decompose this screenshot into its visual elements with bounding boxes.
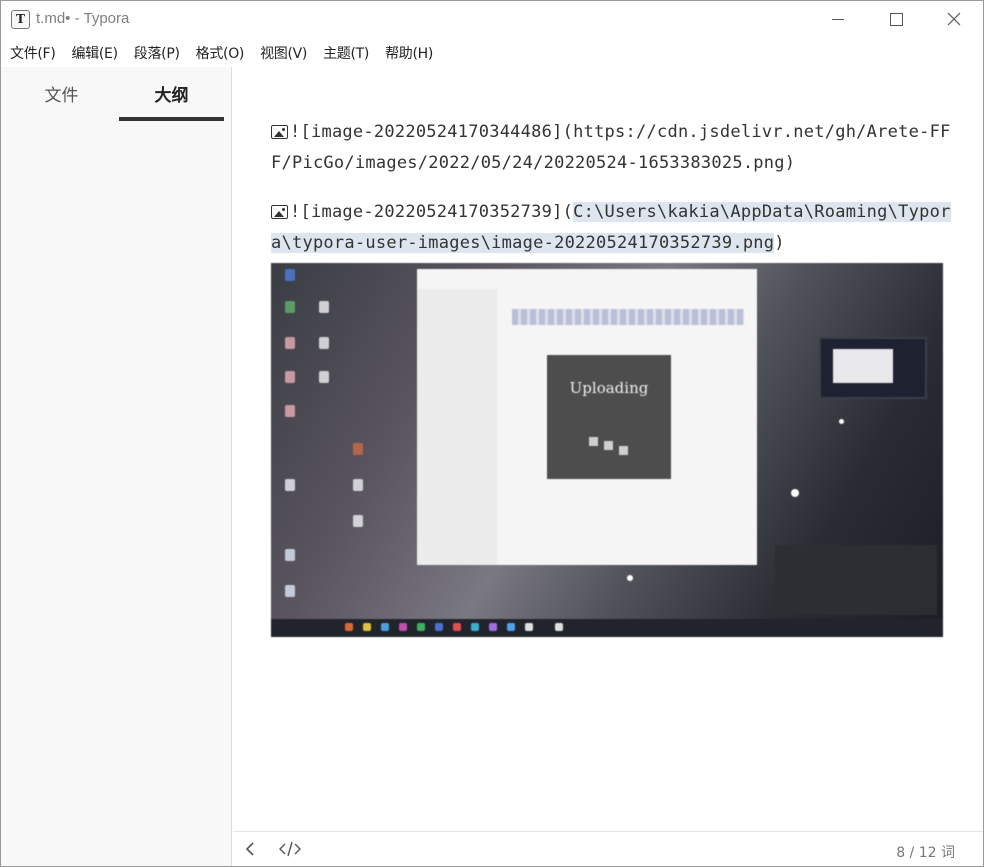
minimize-button[interactable]	[809, 1, 867, 37]
loading-dot	[604, 441, 613, 450]
menu-paragraph[interactable]: 段落(P)	[126, 39, 188, 65]
chevron-left-icon[interactable]	[245, 841, 255, 861]
tab-files[interactable]: 文件	[9, 81, 114, 117]
menu-edit[interactable]: 编辑(E)	[63, 39, 125, 65]
sidebar: 文件 大纲	[1, 67, 232, 866]
embedded-text	[512, 309, 744, 325]
menu-view[interactable]: 视图(V)	[252, 39, 315, 65]
window-title: t.md• - Typora	[36, 10, 130, 27]
typora-window: T t.md• - Typora 文件(F) 编辑(E) 段落(P) 格式(O)…	[0, 0, 984, 867]
embedded-notification	[775, 545, 937, 615]
typora-app-icon: T	[11, 10, 30, 29]
tab-outline[interactable]: 大纲	[119, 81, 224, 121]
uploading-text: Uploading	[569, 379, 649, 397]
image-icon	[271, 125, 288, 139]
embedded-popup	[819, 337, 927, 399]
title-bar: T t.md• - Typora	[1, 1, 983, 37]
menu-bar: 文件(F) 编辑(E) 段落(P) 格式(O) 视图(V) 主题(T) 帮助(H…	[1, 39, 983, 65]
image-icon	[271, 205, 288, 219]
markdown-image-line-1[interactable]: ![image-20220524170344486](https://cdn.j…	[271, 117, 951, 179]
word-count[interactable]: 8 / 12 词	[896, 842, 955, 862]
star-glint	[839, 419, 844, 424]
image-syntax-suffix: )	[784, 153, 796, 173]
maximize-button[interactable]	[867, 1, 925, 37]
star-glint	[627, 575, 633, 581]
code-icon[interactable]	[279, 841, 301, 861]
menu-format[interactable]: 格式(O)	[188, 39, 252, 65]
maximize-icon	[889, 12, 903, 26]
close-button[interactable]	[925, 1, 983, 37]
loading-dot	[589, 437, 598, 446]
menu-help[interactable]: 帮助(H)	[377, 39, 441, 65]
image-preview[interactable]: Uploading	[271, 263, 943, 637]
uploading-overlay: Uploading	[547, 355, 671, 479]
image-syntax-suffix: )	[774, 233, 785, 253]
star-glint	[791, 489, 799, 497]
image-syntax-prefix: ![image-20220524170352739](	[290, 202, 574, 222]
loading-dot	[619, 446, 628, 455]
image-syntax-prefix: ![image-20220524170344486](	[290, 122, 574, 142]
status-bar: 8 / 12 词	[233, 831, 983, 866]
markdown-image-line-2[interactable]: ![image-20220524170352739](C:\Users\kaki…	[271, 197, 951, 259]
embedded-popup-content	[833, 349, 893, 383]
close-icon	[947, 12, 961, 26]
menu-theme[interactable]: 主题(T)	[315, 39, 377, 65]
embedded-sidebar	[417, 289, 497, 565]
menu-file[interactable]: 文件(F)	[1, 39, 63, 65]
minimize-icon	[832, 18, 844, 20]
embedded-taskbar	[271, 619, 943, 637]
editor-area[interactable]: ![image-20220524170344486](https://cdn.j…	[233, 67, 983, 831]
